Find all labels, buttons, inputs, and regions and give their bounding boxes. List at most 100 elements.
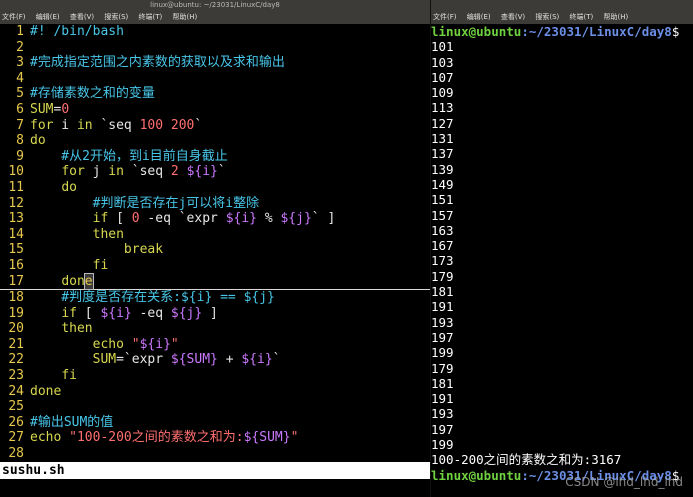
code-line[interactable]: 7 for i in `seq 100 200` xyxy=(0,118,430,134)
line-number: 15 xyxy=(8,242,24,258)
code-line[interactable]: 25 xyxy=(0,399,430,415)
code-line[interactable]: 26 #输出SUM的值 xyxy=(0,415,430,431)
line-number: 25 xyxy=(8,399,24,415)
menu-terminal[interactable]: 终端(T) xyxy=(570,13,594,21)
line-number: 23 xyxy=(8,368,24,384)
output-line: 109 xyxy=(431,85,454,101)
menu-terminal[interactable]: 终端(T) xyxy=(139,13,163,21)
code-line[interactable]: 27 echo "100-200之间的素数之和为:${SUM}" xyxy=(0,430,430,446)
menu-file[interactable]: 文件(F) xyxy=(433,13,457,21)
line-number: 9 xyxy=(16,148,24,164)
prompt-path: :~/23031/LinuxC/day8 xyxy=(521,24,672,39)
vim-terminal-window[interactable]: linux@ubuntu: ~/23031/LinuxC/day8 文件(F) … xyxy=(0,0,430,497)
output-line: 191 xyxy=(431,391,454,407)
code-line[interactable]: 1 #! /bin/bash xyxy=(0,24,430,40)
prompt-user: linux@ubuntu xyxy=(431,24,522,39)
output-line: 193 xyxy=(431,314,454,330)
line-number: 21 xyxy=(8,336,24,352)
code-line[interactable]: 3 #完成指定范围之内素数的获取以及求和输出 xyxy=(0,55,430,71)
code-text: if [ ${i} -eq ${j} ] xyxy=(61,305,218,321)
line-number: 8 xyxy=(16,133,24,149)
menu-view[interactable]: 查看(V) xyxy=(70,13,94,21)
code-text: SUM=`expr ${SUM} + ${i}` xyxy=(92,352,281,368)
output-line: 179 xyxy=(431,268,454,284)
output-line: 139 xyxy=(431,161,454,177)
code-editor[interactable]: 1 #! /bin/bash 2 3 #完成指定范围之内素数的获取以及求和输出 4 5 #存储… xyxy=(0,24,430,462)
code-text: echo "100-200之间的素数之和为:${SUM}" xyxy=(30,430,299,446)
prompt-suffix: $ xyxy=(671,24,680,39)
menu-edit[interactable]: 编辑(E) xyxy=(467,13,491,21)
code-text: fi xyxy=(92,257,109,273)
code-text: for j in `seq 2 ${i}` xyxy=(61,164,226,180)
code-line[interactable]: 11 do xyxy=(0,180,430,196)
code-line[interactable]: 13 if [ 0 -eq `expr ${i} % ${j}` ] xyxy=(0,211,430,227)
line-number: 17 xyxy=(8,273,24,289)
output-line: 149 xyxy=(431,176,454,192)
code-text: #判断是否存在j可以将i整除 xyxy=(30,195,260,211)
code-text: #输出SUM的值 xyxy=(30,414,114,430)
code-line[interactable]: 4 xyxy=(0,71,430,87)
line-number: 20 xyxy=(8,321,24,337)
output-line: 157 xyxy=(431,207,454,223)
line-number: 5 xyxy=(16,86,24,102)
vim-command-line[interactable] xyxy=(0,479,430,497)
menu-help[interactable]: 帮助(H) xyxy=(172,13,197,21)
code-line[interactable]: 10 for j in `seq 2 ${i}` xyxy=(0,164,430,180)
output-line: 107 xyxy=(431,69,454,85)
code-line[interactable]: 23 fi xyxy=(0,368,430,384)
vim-status-line: sushu.sh xyxy=(0,462,430,479)
code-line[interactable]: 8 do xyxy=(0,133,430,149)
output-line: 197 xyxy=(431,421,454,437)
code-line[interactable]: 9 #从2开始，到i目前自身截止 xyxy=(0,149,430,165)
code-line[interactable]: 14 then xyxy=(0,227,430,243)
output-line: 191 xyxy=(431,299,454,315)
code-line[interactable]: 19 if [ ${i} -eq ${j} ] xyxy=(0,306,430,322)
window-title: linux@ubuntu: ~/23031/LinuxC/day8 xyxy=(0,0,430,10)
line-number: 10 xyxy=(8,164,24,180)
window-title-right xyxy=(431,0,693,10)
code-text: fi xyxy=(61,368,77,384)
code-line[interactable]: 17 done xyxy=(0,272,430,291)
menu-view[interactable]: 查看(V) xyxy=(501,13,525,21)
menu-search[interactable]: 搜索(S) xyxy=(104,13,128,21)
line-number: 7 xyxy=(16,117,24,133)
code-text: do xyxy=(61,179,77,195)
code-text: break xyxy=(123,242,164,258)
code-line[interactable]: 21 echo "${i}" xyxy=(0,337,430,353)
code-line[interactable]: 18 #判度是否存在关系:${i} == ${j} xyxy=(0,290,430,306)
watermark: CSDN @lhd_lhd_lhd xyxy=(565,475,683,489)
code-line[interactable]: 6 SUM=0 xyxy=(0,102,430,118)
code-text: #判度是否存在关系:${i} == ${j} xyxy=(30,290,275,306)
line-number: 13 xyxy=(8,211,24,227)
code-line[interactable]: 2 xyxy=(0,40,430,56)
code-line[interactable]: 15 break xyxy=(0,242,430,258)
output-line: 181 xyxy=(431,284,454,300)
code-line[interactable]: 24 done xyxy=(0,384,430,400)
line-number: 1 xyxy=(16,24,24,39)
output-line: 199 xyxy=(431,345,454,361)
output-line: 137 xyxy=(431,146,454,162)
menu-file[interactable]: 文件(F) xyxy=(2,13,26,21)
terminal-output[interactable]: linux@ubuntu:~/23031/LinuxC/day8$ 101 103… xyxy=(431,24,693,497)
code-text: done xyxy=(30,383,62,399)
code-line[interactable]: 5 #存储素数之和的变量 xyxy=(0,86,430,102)
output-line: 103 xyxy=(431,54,454,70)
menu-edit[interactable]: 编辑(E) xyxy=(36,13,60,21)
output-line: 101 xyxy=(431,39,454,55)
code-text: done xyxy=(61,272,94,290)
code-text: if [ 0 -eq `expr ${i} % ${j}` ] xyxy=(92,211,336,227)
code-text: for i in `seq 100 200` xyxy=(30,117,203,133)
menu-help[interactable]: 帮助(H) xyxy=(603,13,628,21)
code-line[interactable]: 28 xyxy=(0,446,430,462)
menu-search[interactable]: 搜索(S) xyxy=(535,13,559,21)
output-terminal-window[interactable]: 文件(F) 编辑(E) 查看(V) 搜索(S) 终端(T) 帮助(H) linu… xyxy=(431,0,693,497)
code-line[interactable]: 12 #判断是否存在j可以将i整除 xyxy=(0,196,430,212)
code-text: then xyxy=(61,321,93,337)
code-line[interactable]: 22 SUM=`expr ${SUM} + ${i}` xyxy=(0,352,430,368)
code-text: #! /bin/bash xyxy=(30,24,124,39)
code-line[interactable]: 20 then xyxy=(0,321,430,337)
line-number: 22 xyxy=(8,352,24,368)
code-line[interactable]: 16 fi xyxy=(0,258,430,274)
line-number: 14 xyxy=(8,226,24,242)
output-line: 167 xyxy=(431,238,454,254)
